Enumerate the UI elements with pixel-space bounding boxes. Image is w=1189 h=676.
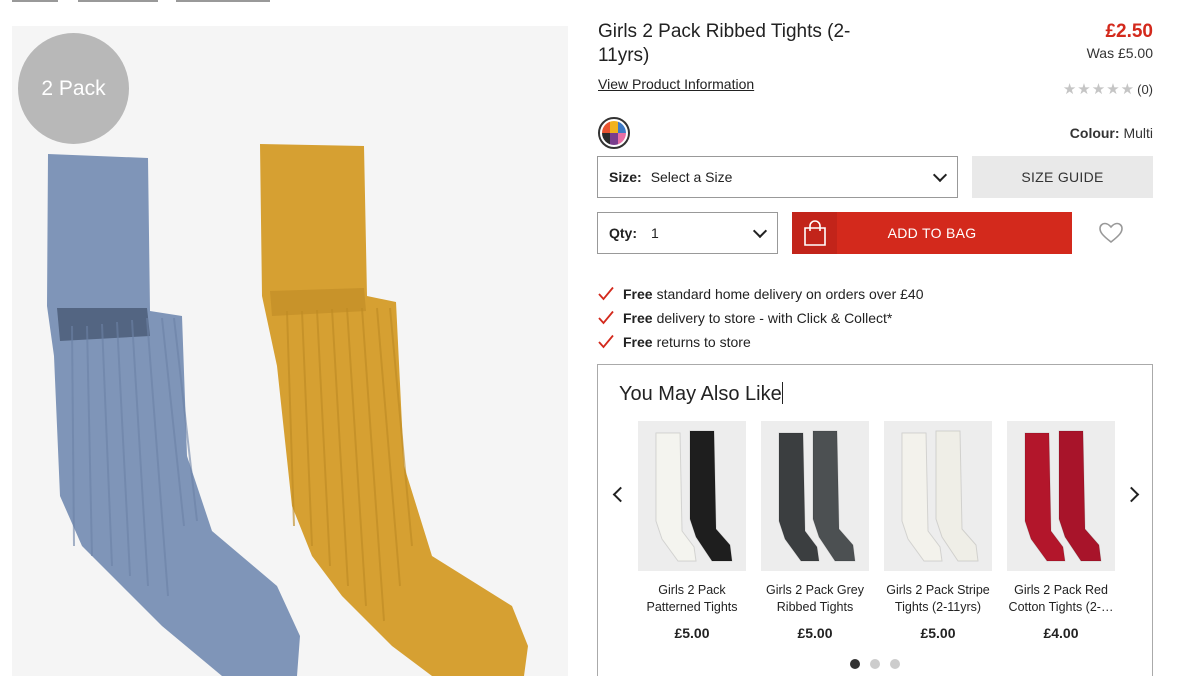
add-to-bag-button[interactable]: ADD TO BAG: [792, 212, 1072, 254]
recommendation-image: [884, 421, 992, 571]
rating[interactable]: ★★★★★ (0): [1063, 80, 1153, 98]
size-label: Size:: [609, 169, 642, 185]
carousel-prev-arrow-icon[interactable]: [608, 484, 628, 504]
tights-thumbnail: [1024, 430, 1102, 562]
swatch-segment: [618, 121, 626, 133]
recommendation-price: £5.00: [797, 625, 833, 641]
was-price: Was £5.00: [1086, 45, 1153, 61]
size-value: Select a Size: [650, 169, 733, 185]
size-guide-button[interactable]: SIZE GUIDE: [972, 156, 1153, 198]
recommendation-image: [638, 421, 746, 571]
qty-value: 1: [651, 225, 659, 241]
chevron-down-icon: [752, 223, 768, 239]
product-image-gallery[interactable]: 2 Pack: [12, 26, 568, 676]
tights-shape: [1058, 430, 1102, 562]
checkmark-icon: [598, 286, 614, 301]
shopping-bag-icon: [792, 212, 837, 254]
tights-thumbnail: [778, 430, 856, 562]
colour-label: Colour:: [1069, 125, 1120, 141]
recommendation-image: [1007, 421, 1115, 571]
tights-thumbnail: [901, 430, 979, 562]
recommendation-card[interactable]: Girls 2 Pack Grey Ribbed Tights (4-… £5.…: [761, 421, 869, 641]
swatch-segment: [610, 121, 618, 133]
rating-count: (0): [1137, 81, 1153, 97]
qty-label: Qty:: [609, 225, 637, 241]
checkmark-icon: [598, 310, 614, 325]
colour-indicator: Colour: Multi: [1070, 125, 1153, 141]
colour-swatch-multi[interactable]: [598, 117, 630, 149]
recommendations-title: You May Also Like: [619, 382, 783, 406]
star-rating-icon: ★★★★★: [1062, 81, 1136, 98]
swatch-segment: [602, 121, 610, 133]
recommendation-card[interactable]: Girls 2 Pack Stripe Tights (2-11yrs) £5.…: [884, 421, 992, 641]
recommendation-price: £5.00: [674, 625, 710, 641]
size-select[interactable]: Size: Select a Size: [597, 156, 958, 198]
chevron-down-icon: [932, 167, 948, 183]
tights-shape: [812, 430, 856, 562]
benefit-text: standard home delivery on orders over £4…: [656, 286, 924, 302]
multi-colour-icon: [602, 121, 626, 145]
recommendations-title-text: You May Also Like: [619, 383, 782, 405]
carousel-dot[interactable]: [870, 659, 880, 669]
recommendation-image: [761, 421, 869, 571]
benefit-bold: Free: [623, 334, 653, 350]
recommendation-name: Girls 2 Pack Patterned Tights (…: [646, 583, 738, 614]
carousel-next-arrow-icon[interactable]: [1123, 484, 1143, 504]
benefit-item: Free delivery to store - with Click & Co…: [598, 306, 924, 330]
wishlist-heart-icon[interactable]: [1098, 221, 1126, 247]
recommendation-name: Girls 2 Pack Red Cotton Tights (2-…: [1008, 583, 1114, 614]
colour-value: Multi: [1123, 125, 1153, 141]
recommendation-card[interactable]: Girls 2 Pack Red Cotton Tights (2-… £4.0…: [1007, 421, 1115, 641]
tights-shape: [689, 430, 733, 562]
quantity-select[interactable]: Qty: 1: [597, 212, 778, 254]
checkmark-icon: [598, 334, 614, 349]
benefit-text: returns to store: [656, 334, 751, 350]
add-to-bag-label: ADD TO BAG: [887, 225, 977, 241]
tights-shape: [935, 430, 979, 562]
view-product-information-link[interactable]: View Product Information: [598, 76, 754, 92]
carousel-dot[interactable]: [850, 659, 860, 669]
benefit-text: delivery to store - with Click & Collect…: [656, 310, 893, 326]
recommendation-price: £4.00: [1043, 625, 1079, 641]
product-title: Girls 2 Pack Ribbed Tights (2-11yrs): [598, 21, 851, 66]
benefit-item: Free returns to store: [598, 330, 924, 354]
product-price: £2.50: [1105, 21, 1153, 42]
text-cursor: [781, 382, 783, 404]
delivery-benefits-list: Free standard home delivery on orders ov…: [598, 282, 924, 354]
pack-badge: 2 Pack: [18, 33, 129, 144]
benefit-item: Free standard home delivery on orders ov…: [598, 282, 924, 306]
you-may-also-like-carousel: You May Also Like Girls 2 Pack Patterned…: [597, 364, 1153, 676]
recommendation-price: £5.00: [920, 625, 956, 641]
tights-thumbnail: [655, 430, 733, 562]
swatch-segment: [618, 133, 626, 145]
benefit-bold: Free: [623, 310, 653, 326]
carousel-dot[interactable]: [890, 659, 900, 669]
swatch-segment: [602, 133, 610, 145]
recommendation-name: Girls 2 Pack Stripe Tights (2-11yrs): [886, 583, 990, 614]
recommendation-name: Girls 2 Pack Grey Ribbed Tights (4-…: [766, 583, 864, 614]
swatch-segment: [610, 133, 618, 145]
benefit-bold: Free: [623, 286, 653, 302]
recommendation-card[interactable]: Girls 2 Pack Patterned Tights (… £5.00: [638, 421, 746, 641]
carousel-pagination: [850, 659, 900, 669]
